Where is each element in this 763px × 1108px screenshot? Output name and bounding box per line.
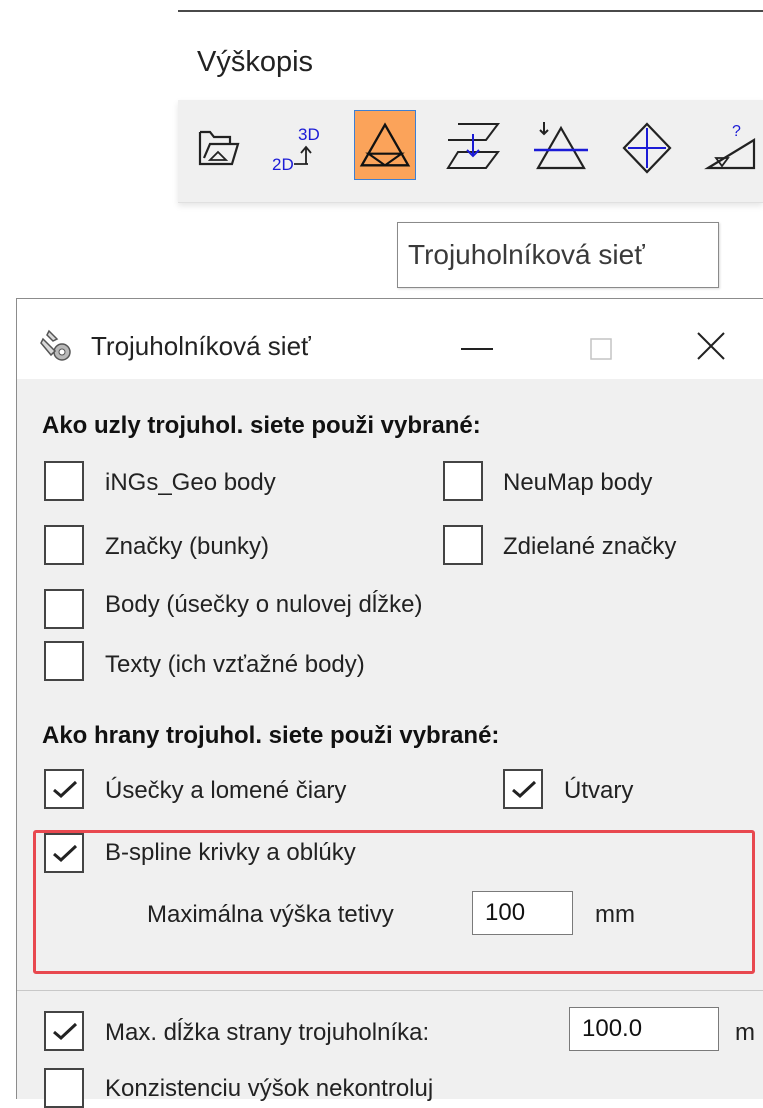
checkmark-icon [53, 780, 78, 799]
maximize-icon[interactable] [585, 333, 617, 365]
2d-to-3d-icon: 3D 2D [272, 125, 320, 174]
toolbar: 3D 2D ? [178, 100, 763, 203]
panel-title: Výškopis [197, 46, 314, 78]
section-divider [17, 990, 763, 991]
svg-text:3D: 3D [298, 125, 320, 144]
texty-label: Texty (ich vzťažné body) [105, 651, 365, 678]
usecky-checkbox[interactable] [44, 769, 84, 809]
app-tools-icon [40, 329, 71, 361]
svg-text:?: ? [732, 123, 741, 140]
minimize-icon[interactable] [457, 331, 497, 367]
layer-drop-icon [446, 123, 500, 169]
ings-geo-checkbox[interactable] [44, 461, 84, 501]
body-checkbox[interactable] [44, 589, 84, 629]
triangle-mesh-button[interactable] [354, 110, 416, 180]
max-side-input[interactable]: 100.0 [569, 1007, 719, 1051]
2d-to-3d-button[interactable]: 3D 2D [266, 110, 328, 180]
consistency-label: Konzistenciu výšok nekontroluj [105, 1075, 434, 1102]
svg-text:2D: 2D [272, 155, 294, 174]
zdielane-znacky-label: Zdielané značky [503, 533, 677, 560]
neumap-checkbox[interactable] [443, 461, 483, 501]
insert-point-button[interactable] [530, 110, 592, 180]
nodes-section-heading: Ako uzly trojuhol. siete použi vybrané: [42, 412, 481, 439]
panel-top-rule [178, 10, 763, 12]
zdielane-znacky-checkbox[interactable] [443, 525, 483, 565]
znacky-label: Značky (bunky) [105, 533, 270, 560]
consistency-checkbox[interactable] [44, 1068, 84, 1108]
triangle-insert-point-icon [534, 122, 588, 170]
dialog-titlebar[interactable]: Trojuholníková sieť [17, 299, 763, 379]
triangle-query-button[interactable]: ? [700, 110, 762, 180]
checkmark-icon [512, 780, 537, 799]
usecky-label: Úsečky a lomené čiary [105, 777, 347, 804]
texty-checkbox[interactable] [44, 641, 84, 681]
triangle-mesh-dialog: Trojuholníková sieť Ako uzly trojuhol. s… [16, 298, 763, 1108]
znacky-checkbox[interactable] [44, 525, 84, 565]
ings-geo-label: iNGs_Geo body [105, 469, 276, 496]
edges-section-heading: Ako hrany trojuhol. siete použi vybrané: [42, 722, 500, 749]
max-side-unit: m [735, 1019, 755, 1046]
triangle-mesh-icon [359, 122, 411, 167]
diamond-crosshair-button[interactable] [616, 110, 678, 180]
diamond-crosshair-icon [622, 122, 672, 174]
toolbar-tooltip: Trojuholníková sieť [397, 222, 719, 288]
max-side-label: Max. dĺžka strany trojuholníka: [105, 1019, 430, 1046]
checkmark-icon [53, 1022, 78, 1041]
max-side-checkbox[interactable] [44, 1011, 84, 1051]
bspline-highlight-frame [33, 830, 755, 974]
folder-open-icon [198, 130, 240, 166]
body-label: Body (úsečky o nulovej dĺžke) [105, 591, 423, 618]
neumap-label: NeuMap body [503, 469, 653, 496]
utvary-label: Útvary [564, 777, 634, 804]
utvary-checkbox[interactable] [503, 769, 543, 809]
triangle-query-icon: ? [704, 123, 756, 170]
dialog-title: Trojuholníková sieť [91, 331, 311, 361]
layer-projection-button[interactable] [442, 110, 504, 180]
close-icon[interactable] [692, 327, 730, 365]
folder-open-button[interactable] [188, 110, 250, 180]
